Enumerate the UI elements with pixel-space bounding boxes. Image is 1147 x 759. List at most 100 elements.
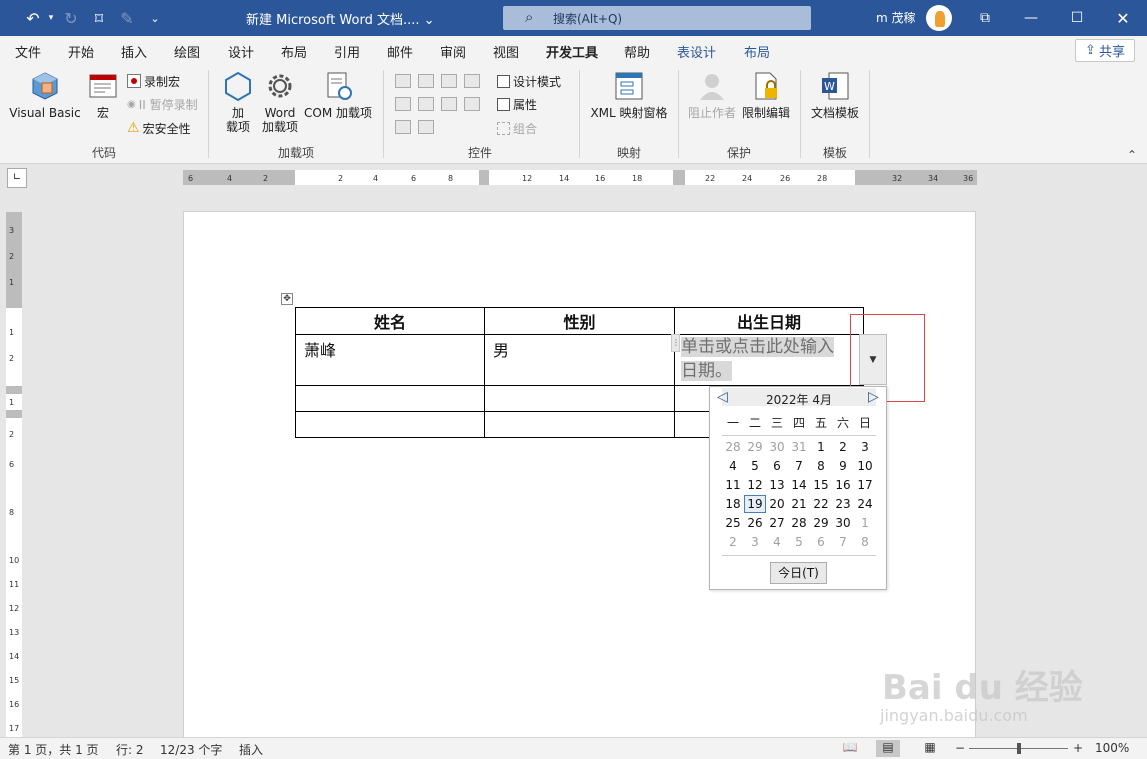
tab-view[interactable]: 视图: [493, 42, 519, 61]
pause-recording-button[interactable]: ◉ II 暂停录制: [127, 94, 198, 114]
table-header-cell[interactable]: 姓名: [295, 307, 485, 335]
today-button[interactable]: 今日(T): [770, 562, 827, 584]
plain-text-control-icon[interactable]: [418, 74, 434, 88]
calendar-day[interactable]: 30: [766, 438, 788, 456]
tab-layout[interactable]: 布局: [281, 42, 307, 61]
calendar-day[interactable]: 28: [788, 514, 810, 532]
calendar-day[interactable]: 12: [744, 476, 766, 494]
date-picker-control-icon[interactable]: [464, 97, 480, 111]
calendar-day[interactable]: 7: [788, 457, 810, 475]
calendar-day[interactable]: 25: [722, 514, 744, 532]
document-template-button[interactable]: W 文档模板: [808, 70, 862, 120]
tab-home[interactable]: 开始: [68, 42, 94, 61]
calendar-day[interactable]: 1: [810, 438, 832, 456]
table-move-handle-icon[interactable]: ✥: [281, 293, 293, 305]
design-mode-button[interactable]: 设计模式: [497, 71, 561, 91]
calendar-day[interactable]: 8: [854, 533, 876, 551]
calendar-day[interactable]: 18: [722, 495, 744, 513]
vertical-ruler[interactable]: 3 2 1 1 2 1 2 6 8 10 11 12 13 14 15 16 1…: [6, 212, 22, 737]
calendar-day[interactable]: 17: [854, 476, 876, 494]
calendar-day[interactable]: 30: [832, 514, 854, 532]
tab-design[interactable]: 设计: [228, 42, 254, 61]
calendar-day[interactable]: 4: [722, 457, 744, 475]
table-header-cell[interactable]: 出生日期: [674, 307, 864, 335]
ruler-column-marker[interactable]: [673, 170, 685, 185]
calendar-day[interactable]: 31: [788, 438, 810, 456]
web-layout-icon[interactable]: ▦: [918, 740, 942, 757]
calendar-day[interactable]: 19: [744, 495, 766, 513]
calendar-day[interactable]: 21: [788, 495, 810, 513]
calendar-day[interactable]: 22: [810, 495, 832, 513]
record-macro-button[interactable]: 录制宏: [127, 71, 180, 91]
restrict-editing-button[interactable]: 限制编辑: [740, 70, 792, 120]
calendar-day[interactable]: 2: [722, 533, 744, 551]
calendar-day[interactable]: 5: [744, 457, 766, 475]
calendar-day[interactable]: 26: [744, 514, 766, 532]
tab-insert[interactable]: 插入: [121, 42, 147, 61]
calendar-day[interactable]: 4: [766, 533, 788, 551]
redo-icon[interactable]: ↻: [56, 0, 86, 36]
tab-help[interactable]: 帮助: [624, 42, 650, 61]
tab-draw[interactable]: 绘图: [174, 42, 200, 61]
zoom-slider-thumb[interactable]: [1017, 743, 1021, 754]
calendar-day[interactable]: 27: [766, 514, 788, 532]
tab-table-layout[interactable]: 布局: [744, 42, 770, 61]
touch-mode-icon[interactable]: ⌑: [84, 0, 114, 36]
calendar-day[interactable]: 8: [810, 457, 832, 475]
word-addins-button[interactable]: Word 加载项: [258, 70, 302, 134]
zoom-out-button[interactable]: −: [955, 741, 965, 755]
calendar-day[interactable]: 16: [832, 476, 854, 494]
ruler-row-marker[interactable]: [6, 410, 22, 418]
tab-mailings[interactable]: 邮件: [387, 42, 413, 61]
date-picker-placeholder[interactable]: 单击或点击此处输入 日期。: [681, 335, 858, 383]
ribbon-display-icon[interactable]: ⧉: [962, 0, 1008, 36]
collapse-ribbon-icon[interactable]: ⌃: [1127, 148, 1137, 162]
table-cell-name[interactable]: 萧峰: [295, 334, 485, 386]
status-insert-mode[interactable]: 插入: [239, 741, 263, 758]
calendar-day[interactable]: 5: [788, 533, 810, 551]
tab-references[interactable]: 引用: [334, 42, 360, 61]
edit-icon[interactable]: ✎: [112, 0, 142, 36]
legacy-tools-icon[interactable]: [418, 120, 434, 134]
user-name[interactable]: m 茂稼: [876, 9, 916, 26]
zoom-in-button[interactable]: +: [1073, 741, 1083, 755]
calendar-day[interactable]: 9: [832, 457, 854, 475]
tab-developer[interactable]: 开发工具: [546, 42, 599, 67]
calendar-day[interactable]: 3: [744, 533, 766, 551]
zoom-level[interactable]: 100%: [1095, 741, 1129, 755]
maximize-icon[interactable]: ☐: [1054, 0, 1100, 36]
calendar-day[interactable]: 13: [766, 476, 788, 494]
status-row[interactable]: 行: 2: [116, 741, 144, 758]
macro-security-button[interactable]: ⚠ 宏安全性: [127, 118, 191, 138]
content-control-handle-icon[interactable]: ⋮: [671, 334, 680, 352]
calendar-day[interactable]: 11: [722, 476, 744, 494]
document-title[interactable]: 新建 Microsoft Word 文档.... ⌄: [246, 9, 435, 28]
rich-text-control-icon[interactable]: [395, 74, 411, 88]
next-month-icon[interactable]: ▷: [868, 389, 879, 405]
picture-control-icon[interactable]: [441, 74, 457, 88]
calendar-day[interactable]: 2: [832, 438, 854, 456]
com-addins-button[interactable]: COM 加载项: [302, 70, 374, 120]
tab-review[interactable]: 审阅: [440, 42, 466, 61]
calendar-day[interactable]: 15: [810, 476, 832, 494]
tab-file[interactable]: 文件: [15, 42, 41, 61]
calendar-day[interactable]: 3: [854, 438, 876, 456]
table-header-cell[interactable]: 性别: [484, 307, 675, 335]
table-cell[interactable]: [484, 411, 675, 438]
calendar-month-title[interactable]: 2022年 4月: [710, 391, 888, 408]
customize-toolbar-icon[interactable]: ⌄: [140, 0, 170, 36]
calendar-day[interactable]: 6: [766, 457, 788, 475]
avatar[interactable]: [926, 5, 952, 31]
calendar-day[interactable]: 10: [854, 457, 876, 475]
horizontal-ruler[interactable]: 6 4 2 2 4 6 8 12 14 16 18 22 24 26 28 32…: [183, 170, 977, 185]
calendar-day[interactable]: 29: [810, 514, 832, 532]
calendar-day[interactable]: 6: [810, 533, 832, 551]
ruler-row-marker[interactable]: [6, 386, 22, 394]
properties-button[interactable]: 属性: [497, 94, 537, 114]
read-mode-icon[interactable]: 📖: [838, 740, 862, 757]
calendar-day[interactable]: 14: [788, 476, 810, 494]
block-authors-button[interactable]: 阻止作者: [686, 70, 738, 120]
calendar-day[interactable]: 1: [854, 514, 876, 532]
checkbox-control-icon[interactable]: [395, 97, 411, 111]
tab-selector-icon[interactable]: ∟: [7, 168, 27, 188]
